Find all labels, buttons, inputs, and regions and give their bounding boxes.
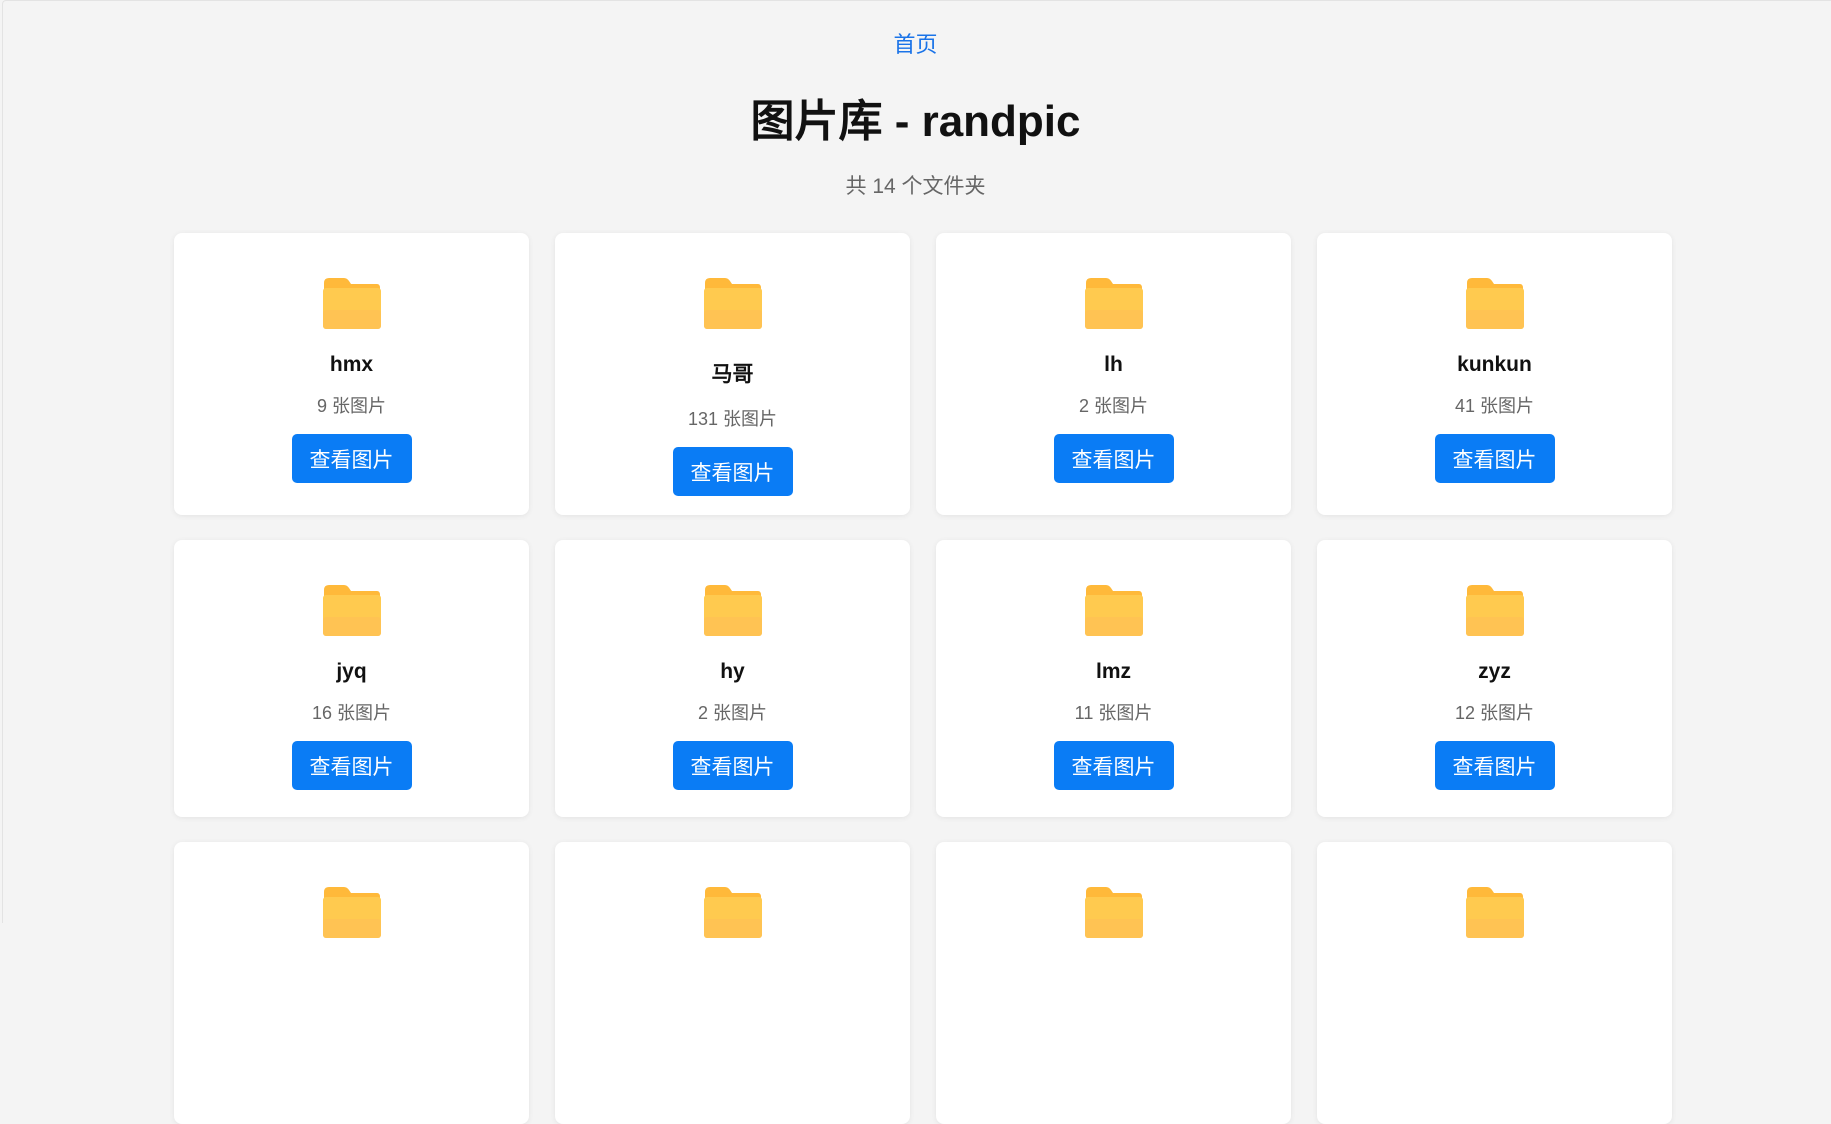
folder-card: lh 2 张图片 查看图片 [936, 233, 1291, 515]
folder-card: jyq 16 张图片 查看图片 [174, 540, 529, 817]
home-link[interactable]: 首页 [0, 27, 1831, 59]
folder-card [174, 842, 529, 1124]
folder-card [936, 842, 1291, 1124]
image-count: 2 张图片 [697, 703, 767, 723]
folder-name: lmz [1095, 660, 1131, 683]
folder-icon [1084, 278, 1143, 329]
folder-icon [322, 278, 381, 329]
folder-icon [1084, 585, 1143, 636]
image-count: 131 张图片 [687, 409, 778, 429]
folder-name: jyq [336, 660, 367, 683]
folder-card: 马哥 131 张图片 查看图片 [555, 233, 910, 515]
view-images-button[interactable]: 查看图片 [672, 447, 793, 496]
page-title: 图片库 - randpic [750, 97, 1081, 146]
folder-grid: hmx 9 张图片 查看图片 马哥 131 张图片 查看图片 lh 2 张图片 … [174, 233, 1674, 1124]
folder-card [1317, 842, 1672, 1124]
folder-icon [322, 585, 381, 636]
view-images-button[interactable]: 查看图片 [1434, 741, 1555, 790]
folder-name: lh [1104, 353, 1123, 376]
folder-name: 马哥 [711, 363, 754, 386]
folder-card: kunkun 41 张图片 查看图片 [1317, 233, 1672, 515]
folder-count: 共 14 个文件夹 [845, 175, 986, 198]
folder-card: lmz 11 张图片 查看图片 [936, 540, 1291, 817]
folder-icon [703, 887, 762, 938]
view-images-button[interactable]: 查看图片 [1053, 434, 1174, 483]
folder-icon [1465, 278, 1524, 329]
folder-icon [1465, 887, 1524, 938]
view-images-button[interactable]: 查看图片 [291, 434, 412, 483]
view-images-button[interactable]: 查看图片 [1053, 741, 1174, 790]
folder-name: kunkun [1457, 353, 1532, 376]
folder-card: zyz 12 张图片 查看图片 [1317, 540, 1672, 817]
folder-card: hmx 9 张图片 查看图片 [174, 233, 529, 515]
image-count: 11 张图片 [1074, 703, 1153, 723]
image-count: 12 张图片 [1454, 703, 1535, 723]
image-count: 2 张图片 [1078, 396, 1148, 416]
view-images-button[interactable]: 查看图片 [291, 741, 412, 790]
folder-icon [322, 887, 381, 938]
image-count: 9 张图片 [316, 396, 386, 416]
view-images-button[interactable]: 查看图片 [672, 741, 793, 790]
folder-name: hy [720, 660, 745, 683]
folder-card [555, 842, 910, 1124]
folder-icon [1084, 887, 1143, 938]
folder-icon [703, 278, 762, 329]
folder-name: hmx [329, 353, 374, 376]
image-count: 16 张图片 [311, 703, 392, 723]
folder-icon [1465, 585, 1524, 636]
folder-card: hy 2 张图片 查看图片 [555, 540, 910, 817]
view-images-button[interactable]: 查看图片 [1434, 434, 1555, 483]
image-count: 41 张图片 [1454, 396, 1535, 416]
folder-icon [703, 585, 762, 636]
folder-name: zyz [1478, 660, 1511, 683]
